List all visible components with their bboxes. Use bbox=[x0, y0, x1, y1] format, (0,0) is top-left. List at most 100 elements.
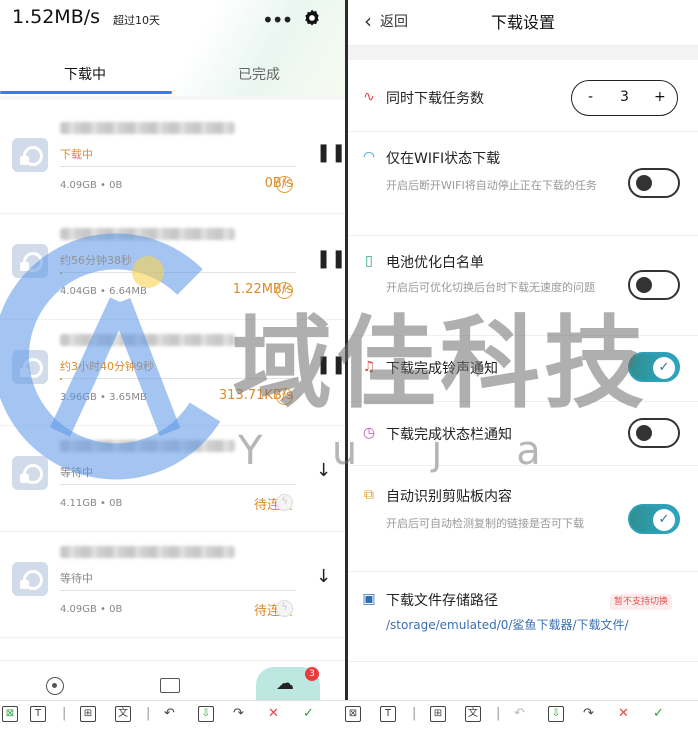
download-arrow-icon[interactable]: ↓ bbox=[316, 460, 331, 481]
setting-concurrent-tasks: ∿ 同时下载任务数 - 3 + bbox=[348, 60, 698, 132]
translate-icon[interactable]: 文 bbox=[465, 706, 481, 722]
file-size: 4.09GB • 0B bbox=[60, 180, 123, 191]
select-icon[interactable]: ⊠ bbox=[345, 706, 361, 722]
toolbar-separator: | bbox=[146, 706, 151, 721]
pulse-icon: ∿ bbox=[363, 89, 375, 105]
download-status: 等待中 bbox=[60, 572, 93, 585]
storage-path-value[interactable]: /storage/emulated/0/鲨鱼下载器/下载文件/ bbox=[386, 616, 629, 633]
battery-whitelist-toggle[interactable] bbox=[628, 270, 680, 300]
wifi-only-toggle[interactable] bbox=[628, 168, 680, 198]
nav-discover-icon[interactable] bbox=[46, 677, 64, 695]
tabs: 下载中 已完成 bbox=[0, 56, 345, 94]
statusbar-notify-toggle[interactable] bbox=[628, 418, 680, 448]
download-list: 下载中 4.09GB • 0B 0B/s ϟ ❚❚ 约56分钟38秒 4.04G… bbox=[0, 100, 345, 660]
download-status: 约3小时40分钟9秒 bbox=[60, 360, 154, 373]
speed-subtitle: 超过10天 bbox=[113, 14, 160, 27]
setting-label: 下载完成状态栏通知 bbox=[386, 427, 512, 443]
mosaic-icon[interactable]: ⊞ bbox=[430, 706, 446, 722]
bell-icon: ♫ bbox=[362, 359, 376, 375]
download-status: 下载中 bbox=[60, 148, 93, 161]
progress-bar bbox=[60, 590, 296, 591]
setting-label: 下载完成铃声通知 bbox=[386, 361, 498, 377]
toggle-knob bbox=[636, 277, 652, 293]
page-title: 下载设置 bbox=[490, 13, 555, 32]
download-item[interactable]: 约56分钟38秒 4.04GB • 6.64MB 1.22MB/s ϟ ❚❚ bbox=[0, 214, 345, 320]
tab-downloading[interactable]: 下载中 bbox=[64, 64, 106, 84]
pause-icon[interactable]: ❚❚ bbox=[316, 354, 345, 375]
ringtone-notify-toggle[interactable]: ✓ bbox=[628, 352, 680, 382]
download-arrow-icon[interactable]: ↓ bbox=[316, 566, 331, 587]
redo-icon[interactable]: ↷ bbox=[583, 706, 594, 721]
setting-label: 电池优化白名单 bbox=[386, 255, 484, 271]
setting-storage-path: ▣ 下载文件存储路径 暂不支持切换 /storage/emulated/0/鲨鱼… bbox=[348, 572, 698, 662]
gear-icon[interactable] bbox=[302, 8, 322, 28]
file-size: 4.09GB • 0B bbox=[60, 604, 123, 615]
stepper-value: 3 bbox=[620, 89, 629, 105]
boost-icon[interactable]: ϟ bbox=[276, 282, 293, 299]
download-item[interactable]: 下载中 4.09GB • 0B 0B/s ϟ ❚❚ bbox=[0, 108, 345, 214]
active-tab-indicator bbox=[0, 91, 172, 94]
tab-completed[interactable]: 已完成 bbox=[238, 64, 280, 84]
more-icon[interactable]: ••• bbox=[262, 8, 293, 32]
setting-label: 仅在WIFI状态下载 bbox=[386, 151, 501, 167]
progress-bar bbox=[60, 378, 296, 380]
close-icon[interactable]: ✕ bbox=[268, 706, 279, 721]
undo-icon[interactable]: ↶ bbox=[514, 706, 525, 721]
save-down-icon[interactable]: ⇩ bbox=[198, 706, 214, 722]
nav-folder-icon[interactable] bbox=[160, 678, 180, 693]
file-name-blurred bbox=[60, 122, 235, 134]
wifi-icon: ◠ bbox=[362, 149, 376, 165]
total-speed: 1.52MB/s bbox=[12, 6, 101, 28]
download-settings-panel: ‹ 返回 下载设置 ∿ 同时下载任务数 - 3 + ◠ 仅在WIFI状态下载 开… bbox=[348, 0, 698, 700]
text-icon[interactable]: T bbox=[380, 706, 396, 722]
toggle-knob-check: ✓ bbox=[653, 357, 675, 379]
setting-label: 下载文件存储路径 bbox=[386, 593, 498, 609]
confirm-icon[interactable]: ✓ bbox=[303, 706, 314, 721]
progress-bar bbox=[60, 484, 296, 485]
boost-icon[interactable]: ϟ bbox=[276, 176, 293, 193]
toolbar-separator: | bbox=[412, 706, 417, 721]
setting-label: 自动识别剪贴板内容 bbox=[386, 489, 512, 505]
boost-icon[interactable]: ϟ bbox=[276, 388, 293, 405]
setting-description: 开启后断开WIFI将自动停止正在下载的任务 bbox=[386, 179, 597, 192]
toggle-knob bbox=[636, 175, 652, 191]
download-count-badge: 3 bbox=[305, 667, 319, 681]
setting-clipboard-detect: ⧉ 自动识别剪贴板内容 开启后可自动检测复制的链接是否可下载 ✓ bbox=[348, 466, 698, 572]
settings-header: ‹ 返回 下载设置 bbox=[348, 0, 698, 46]
boost-icon[interactable]: ϟ bbox=[276, 600, 293, 617]
file-thumbnail bbox=[12, 244, 48, 278]
close-icon[interactable]: ✕ bbox=[618, 706, 629, 721]
confirm-icon[interactable]: ✓ bbox=[653, 706, 664, 721]
progress-bar bbox=[60, 166, 296, 167]
file-name-blurred bbox=[60, 334, 235, 346]
file-size: 3.96GB • 3.65MB bbox=[60, 392, 147, 403]
decrement-button[interactable]: - bbox=[588, 89, 593, 105]
redo-icon[interactable]: ↷ bbox=[233, 706, 244, 721]
download-status: 等待中 bbox=[60, 466, 93, 479]
timer-icon: ◷ bbox=[362, 425, 376, 441]
save-down-icon[interactable]: ⇩ bbox=[548, 706, 564, 722]
mosaic-icon[interactable]: ⊞ bbox=[80, 706, 96, 722]
download-item[interactable]: 等待中 4.09GB • 0B 待连接 ϟ ↓ bbox=[0, 532, 345, 638]
increment-button[interactable]: + bbox=[654, 89, 666, 105]
download-status: 约56分钟38秒 bbox=[60, 254, 132, 267]
translate-icon[interactable]: 文 bbox=[115, 706, 131, 722]
file-thumbnail bbox=[12, 138, 48, 172]
download-item[interactable]: 等待中 4.11GB • 0B 待连接 ϟ ↓ bbox=[0, 426, 345, 532]
section-gap bbox=[348, 46, 698, 60]
bottom-nav: ☁ bbox=[0, 660, 345, 700]
cloud-download-icon: ☁ bbox=[276, 673, 294, 694]
pause-icon[interactable]: ❚❚ bbox=[316, 248, 345, 269]
pause-icon[interactable]: ❚❚ bbox=[316, 142, 345, 163]
setting-battery-whitelist: ▯ 电池优化白名单 开启后可优化切换后台时下载无速度的问题 bbox=[348, 236, 698, 336]
undo-icon[interactable]: ↶ bbox=[164, 706, 175, 721]
select-icon[interactable]: ⊠ bbox=[2, 706, 18, 722]
file-thumbnail bbox=[12, 456, 48, 490]
download-item[interactable]: 约3小时40分钟9秒 3.96GB • 3.65MB 313.71KB/s ϟ … bbox=[0, 320, 345, 426]
file-name-blurred bbox=[60, 440, 235, 452]
file-size: 4.11GB • 0B bbox=[60, 498, 123, 509]
clipboard-detect-toggle[interactable]: ✓ bbox=[628, 504, 680, 534]
text-icon[interactable]: T bbox=[30, 706, 46, 722]
boost-icon[interactable]: ϟ bbox=[276, 494, 293, 511]
setting-label: 同时下载任务数 bbox=[386, 91, 484, 107]
